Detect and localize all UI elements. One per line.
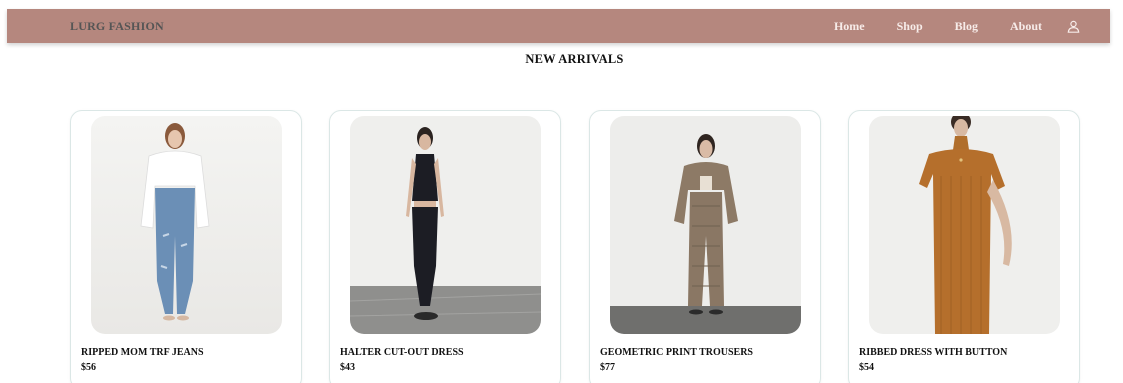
product-price: $77 <box>600 362 615 373</box>
page: LURG FASHION Home Shop Blog About NEW AR… <box>0 0 1123 383</box>
nav-link-home[interactable]: Home <box>834 19 865 34</box>
product-card[interactable]: RIPPED MOM TRF JEANS $56 <box>70 110 302 383</box>
product-name[interactable]: HALTER CUT-OUT DRESS <box>340 347 464 358</box>
nav-link-shop[interactable]: Shop <box>897 19 923 34</box>
product-image[interactable] <box>91 116 282 334</box>
product-image[interactable] <box>350 116 541 334</box>
product-name[interactable]: GEOMETRIC PRINT TROUSERS <box>600 347 753 358</box>
brand-logo[interactable]: LURG FASHION <box>70 19 164 34</box>
section-title-new-arrivals: NEW ARRIVALS <box>525 52 624 66</box>
product-price: $43 <box>340 362 355 373</box>
product-card[interactable]: RIBBED DRESS WITH BUTTON $54 <box>848 110 1080 383</box>
product-image[interactable] <box>610 116 801 334</box>
product-card[interactable]: GEOMETRIC PRINT TROUSERS $77 <box>589 110 821 383</box>
navbar: LURG FASHION Home Shop Blog About <box>7 9 1110 43</box>
product-price: $54 <box>859 362 874 373</box>
product-name[interactable]: RIPPED MOM TRF JEANS <box>81 347 204 358</box>
nav-link-blog[interactable]: Blog <box>955 19 978 34</box>
nav-link-about[interactable]: About <box>1010 19 1042 34</box>
product-card[interactable]: HALTER CUT-OUT DRESS $43 <box>329 110 561 383</box>
nav-links: Home Shop Blog About <box>834 19 1080 34</box>
product-price: $56 <box>81 362 96 373</box>
product-name[interactable]: RIBBED DRESS WITH BUTTON <box>859 347 1007 358</box>
product-image[interactable] <box>869 116 1060 334</box>
user-icon[interactable] <box>1066 19 1080 33</box>
